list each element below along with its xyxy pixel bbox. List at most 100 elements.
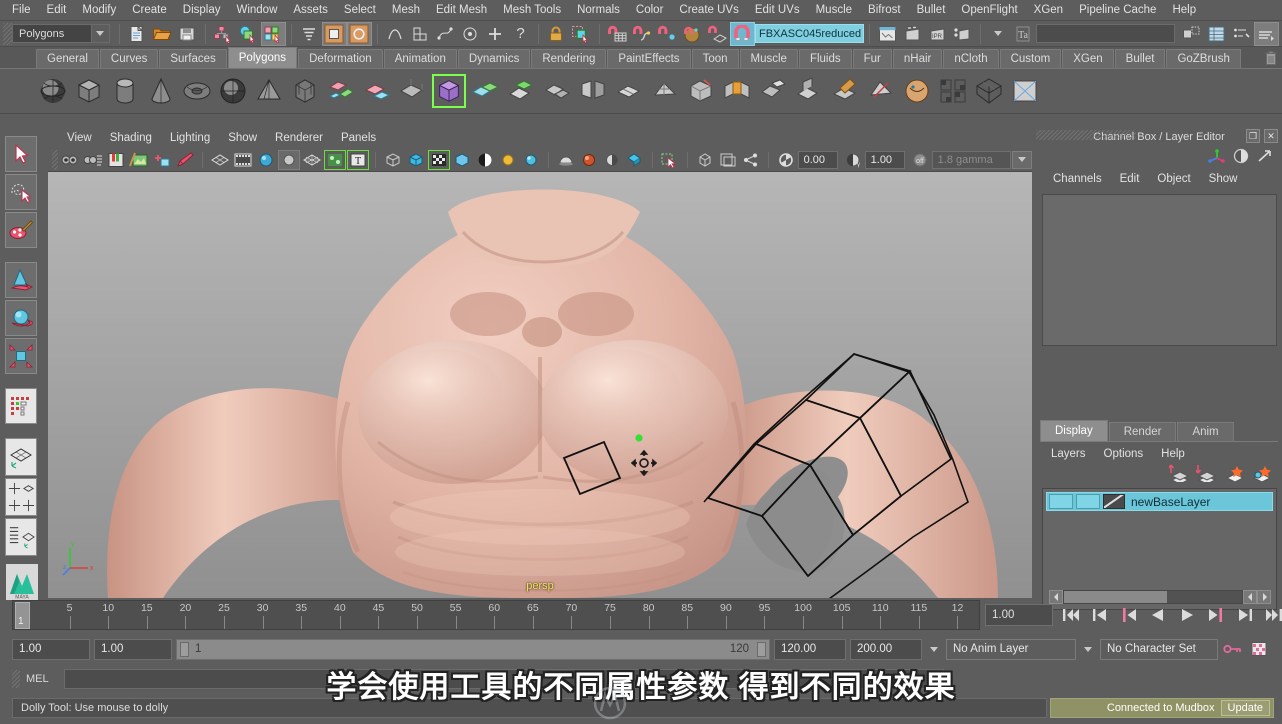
shelf-tab-nhair[interactable]: nHair [892,49,943,68]
go-to-start-icon[interactable] [1058,603,1083,627]
transfer-attributes-icon[interactable] [936,74,970,108]
select-mask-curve-icon[interactable] [383,22,408,46]
shelf-tab-rendering[interactable]: Rendering [531,49,607,68]
step-back-frame-icon[interactable] [1087,603,1112,627]
image-plane-icon[interactable] [128,150,150,170]
menu-item-create-uvs[interactable]: Create UVs [671,2,746,18]
screen-space-ao-icon[interactable] [323,149,346,170]
poly-plane-icon[interactable] [216,74,250,108]
shelf-tab-toon[interactable]: Toon [691,49,739,68]
use-default-lighting-icon[interactable] [277,149,300,170]
select-by-object-type-icon[interactable] [236,22,261,46]
menu-item-openflight[interactable]: OpenFlight [953,2,1025,18]
layer-editor-tabs[interactable]: Display Render Anim [1040,420,1278,442]
playback-options-chevron-icon[interactable] [926,639,942,659]
numeric-input-field[interactable] [1035,24,1175,43]
open-channel-box-icon[interactable] [1204,22,1229,46]
highlight-selection-icon[interactable] [569,22,594,46]
viewport-menu-panels[interactable]: Panels [332,132,385,144]
shadow-toggle-icon[interactable] [555,150,577,170]
new-layer-icon[interactable] [1223,464,1245,485]
numeric-input-mode-icon[interactable] [986,22,1011,46]
poly-cube-tool-icon[interactable] [432,74,466,108]
scroll-left-icon[interactable] [1049,590,1063,604]
shelf-tab-fur[interactable]: Fur [852,49,892,68]
two-sided-lighting-icon[interactable] [520,150,542,170]
help-icon[interactable]: ? [508,22,533,46]
menu-item-normals[interactable]: Normals [569,2,628,18]
append-polygon-icon[interactable] [756,74,790,108]
scroll-prev-icon[interactable] [1243,590,1257,604]
play-forwards-icon[interactable] [1174,603,1199,627]
interactive-split-icon[interactable] [864,74,898,108]
menu-item-bullet[interactable]: Bullet [909,2,954,18]
snap-to-projected-center-icon[interactable] [680,22,705,46]
ambient-occlusion-icon[interactable] [578,150,600,170]
menu-item-window[interactable]: Window [228,2,285,18]
viewport-menu-shading[interactable]: Shading [101,132,161,144]
color-profile-field[interactable]: 1.8 gamma [931,150,1011,169]
poly-helix-icon[interactable] [360,74,394,108]
isolate-select-icon[interactable] [382,150,404,170]
channel-menu-channels[interactable]: Channels [1044,173,1111,185]
render-current-frame-icon[interactable] [900,22,925,46]
layer-tab-anim[interactable]: Anim [1177,422,1234,441]
layer-menu-options[interactable]: Options [1095,448,1153,460]
scale-tool-icon[interactable] [5,338,37,374]
poly-cylinder-icon[interactable] [108,74,142,108]
layer-color-swatch[interactable] [1103,494,1125,509]
booleans-icon[interactable] [540,74,574,108]
viewport-menu-renderer[interactable]: Renderer [266,132,332,144]
last-tool-used-icon[interactable] [5,388,37,424]
select-mask-handle-icon[interactable] [346,21,372,46]
play-backwards-icon[interactable] [1145,603,1170,627]
smooth-icon[interactable] [612,74,646,108]
share-view-icon[interactable] [740,150,762,170]
layer-menu-bar[interactable]: Layers Options Help [1042,444,1194,464]
poly-pipe-icon[interactable] [324,74,358,108]
poly-soccer-ball-icon[interactable] [396,74,430,108]
channel-box-icon[interactable] [1208,148,1226,167]
range-slider-bar[interactable]: 1 120 [176,638,770,660]
xray-icon[interactable] [405,150,427,170]
shelf-tab-gozbrush[interactable]: GoZBrush [1166,49,1241,68]
menu-item-help[interactable]: Help [1164,2,1204,18]
anim-start-time-field[interactable]: 1.00 [12,638,90,660]
channel-menu-edit[interactable]: Edit [1111,173,1149,185]
menu-item-edit-uvs[interactable]: Edit UVs [747,2,808,18]
shelf-tab-dynamics[interactable]: Dynamics [457,49,531,68]
channel-box-layer-editor-panel[interactable]: Channel Box / Layer Editor ❐ ✕ Channels … [1036,128,1282,610]
shelf-tab-custom[interactable]: Custom [999,49,1062,68]
step-forward-key-icon[interactable] [1203,603,1228,627]
render-settings-icon[interactable] [950,22,975,46]
uv-snapshot-icon[interactable] [972,74,1006,108]
menu-item-display[interactable]: Display [175,2,229,18]
selected-object-name-field[interactable]: FBXASC045reduced [754,24,864,43]
shelf-tab-curves[interactable]: Curves [99,49,159,68]
panel-icon-row[interactable] [1036,145,1282,169]
select-mask-pivot-icon[interactable] [458,22,483,46]
shelf-tab-muscle[interactable]: Muscle [739,49,798,68]
color-management-off-icon[interactable]: off [909,150,931,170]
open-scene-icon[interactable] [150,22,175,46]
poly-pyramid-icon[interactable] [252,74,286,108]
four-view-layout-icon[interactable] [5,478,37,516]
shelf-tab-surfaces[interactable]: Surfaces [159,49,227,68]
scroll-track[interactable] [1063,590,1243,604]
menu-item-file[interactable]: File [4,2,39,18]
xray-joints-icon[interactable] [427,149,450,170]
menu-item-mesh[interactable]: Mesh [384,2,428,18]
color-profile-dropdown-icon[interactable] [1012,150,1032,169]
viewport-menu-show[interactable]: Show [219,132,266,144]
shelf-tab-bullet[interactable]: Bullet [1114,49,1166,68]
motion-blur-icon[interactable]: T [346,149,369,170]
quad-draw-icon[interactable] [900,74,934,108]
extrude-icon[interactable] [792,74,826,108]
layer-menu-help[interactable]: Help [1152,448,1194,460]
menu-item-assets[interactable]: Assets [285,2,336,18]
create-layer-from-selected-icon[interactable] [1194,464,1218,485]
halfpane-icon[interactable] [601,150,623,170]
anim-layer-field[interactable]: No Anim Layer [946,638,1076,660]
new-scene-icon[interactable] [125,22,150,46]
chevron-down-icon[interactable] [90,25,109,42]
